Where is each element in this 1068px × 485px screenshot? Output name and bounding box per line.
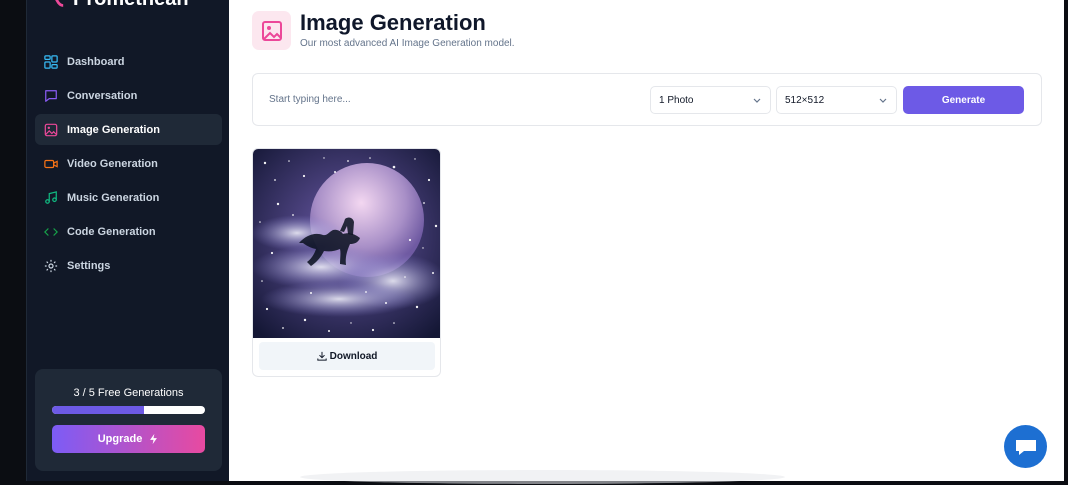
image-icon [44,123,58,137]
main-content: Image Generation Our most advanced AI Im… [229,0,1064,481]
sidebar-nav: Dashboard Conversation Image Generation … [35,46,222,284]
generated-image[interactable] [253,149,441,338]
settings-icon [44,259,58,273]
chat-widget-button[interactable] [1004,425,1047,468]
image-generation-header-icon-container [252,11,291,50]
chat-icon [44,89,58,103]
chat-icon [1015,439,1036,455]
bottom-shadow [300,470,785,484]
dashboard-icon [44,54,58,69]
download-label: Download [329,350,378,362]
app-frame: Promethean Dashboard Conversation Image … [0,0,1068,485]
sidebar-item-label: Video Generation [67,157,158,170]
sidebar-item-label: Image Generation [67,123,160,136]
generate-label: Generate [941,94,986,106]
sidebar-item-label: Code Generation [67,225,156,238]
upgrade-label: Upgrade [97,433,143,445]
sidebar-item-label: Settings [67,259,111,272]
sidebar-item-settings[interactable]: Settings [35,250,222,281]
upgrade-button[interactable]: Upgrade [52,425,205,453]
logo-icon [55,0,64,7]
chevron-down-icon [879,98,887,103]
generated-image-card: Download [252,148,441,377]
sidebar-item-conversation[interactable]: Conversation [35,80,222,111]
amount-select[interactable]: 1 Photo [650,86,771,114]
image-icon [261,20,282,41]
download-button[interactable]: Download [259,342,435,370]
amount-selected: 1 Photo [659,94,694,106]
generate-button[interactable]: Generate [903,86,1024,114]
music-icon [44,190,58,205]
logo-text: Promethean [73,0,189,11]
page-title: Image Generation [300,10,486,35]
free-generations-progress-fill [52,406,144,414]
sidebar-item-label: Music Generation [67,191,160,204]
lightning-icon [150,433,158,445]
logo[interactable]: Promethean [43,0,189,11]
generation-form: Start typing here... 1 Photo 512×512 Gen… [252,73,1042,126]
video-icon [44,157,58,171]
sidebar-item-image-generation[interactable]: Image Generation [35,114,222,145]
right-edge [1064,0,1068,485]
prompt-input[interactable]: Start typing here... [269,94,351,105]
sidebar-item-code-generation[interactable]: Code Generation [35,216,222,247]
sidebar: Promethean Dashboard Conversation Image … [26,0,229,481]
sidebar-item-label: Conversation [67,89,138,102]
free-generations-progress [52,406,205,414]
sidebar-item-music-generation[interactable]: Music Generation [35,182,222,213]
chevron-down-icon [753,98,761,103]
resolution-selected: 512×512 [785,94,825,106]
sidebar-item-video-generation[interactable]: Video Generation [35,148,222,179]
sidebar-item-dashboard[interactable]: Dashboard [35,46,222,77]
page-subtitle: Our most advanced AI Image Generation mo… [300,38,515,49]
download-icon [316,351,327,361]
resolution-select[interactable]: 512×512 [776,86,897,114]
free-generations-card: 3 / 5 Free Generations Upgrade [35,369,222,471]
sidebar-item-label: Dashboard [67,55,125,68]
free-generations-text: 3 / 5 Free Generations [73,387,184,399]
code-icon [44,225,58,239]
